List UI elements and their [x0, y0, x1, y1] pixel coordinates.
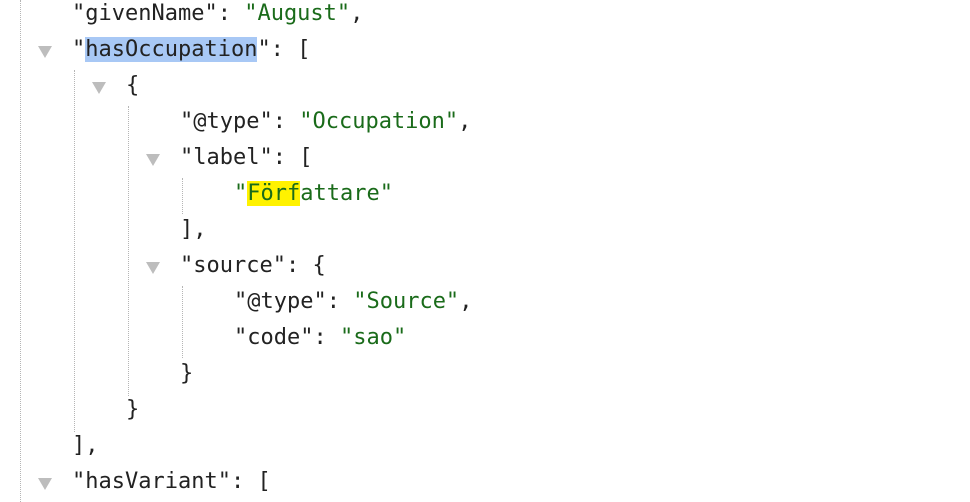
- json-line-source: "source": {: [180, 253, 326, 278]
- json-line-code: "code": "sao": [234, 325, 407, 350]
- collapse-toggle-label-icon[interactable]: [146, 154, 160, 166]
- json-line-close-label: ],: [180, 217, 207, 242]
- json-key-hasVariant: "hasVariant": [72, 469, 231, 494]
- json-key-hasOccupation-selected[interactable]: hasOccupation: [85, 37, 258, 62]
- json-value-code: "sao": [339, 325, 407, 350]
- json-line-label: "label": [: [180, 145, 313, 170]
- json-line-type: "@type": "Occupation",: [180, 109, 472, 134]
- json-open-bracket: [: [297, 37, 311, 62]
- collapse-toggle-hasVariant-icon[interactable]: [38, 478, 52, 490]
- indent-guide-root: [20, 0, 21, 502]
- indent-guide-source: [182, 286, 183, 358]
- json-key-label: "label": [180, 145, 273, 170]
- json-line-givenName: "givenName": "August",: [72, 1, 364, 26]
- search-match-highlight: Förf: [247, 181, 301, 206]
- json-key-type: "@type": [180, 109, 273, 134]
- indent-guide-label: [182, 178, 183, 214]
- collapse-toggle-hasOccupation-icon[interactable]: [38, 46, 52, 58]
- indent-guide-occupation-object: [128, 106, 129, 396]
- json-line-source-type: "@type": "Source",: [234, 289, 473, 314]
- json-line-hasVariant: "hasVariant": [: [72, 469, 271, 494]
- json-line-hasOccupation: "hasOccupation": [: [72, 37, 311, 62]
- json-viewer: "givenName": "August", "hasOccupation": …: [0, 0, 970, 502]
- json-key-code: "code": [234, 325, 314, 350]
- json-line-open-brace: {: [126, 73, 140, 98]
- json-value-source-type: "Source": [353, 289, 460, 314]
- json-key-source-type: "@type": [234, 289, 327, 314]
- json-value-givenName: "August": [244, 1, 351, 26]
- json-value-label-rest: attare: [300, 181, 380, 206]
- indent-guide-hasOccupation: [74, 70, 75, 432]
- json-value-type: "Occupation": [299, 109, 459, 134]
- json-key-source: "source": [180, 253, 286, 278]
- json-line-close-object: }: [126, 397, 140, 422]
- json-line-close-source: }: [180, 361, 194, 386]
- collapse-toggle-occupation-object-icon[interactable]: [92, 82, 106, 94]
- collapse-toggle-source-icon[interactable]: [146, 262, 160, 274]
- json-key-givenName: "givenName": [72, 1, 218, 26]
- json-line-label-value: "Författare": [234, 181, 393, 206]
- json-line-close-hasOccupation: ],: [72, 433, 99, 458]
